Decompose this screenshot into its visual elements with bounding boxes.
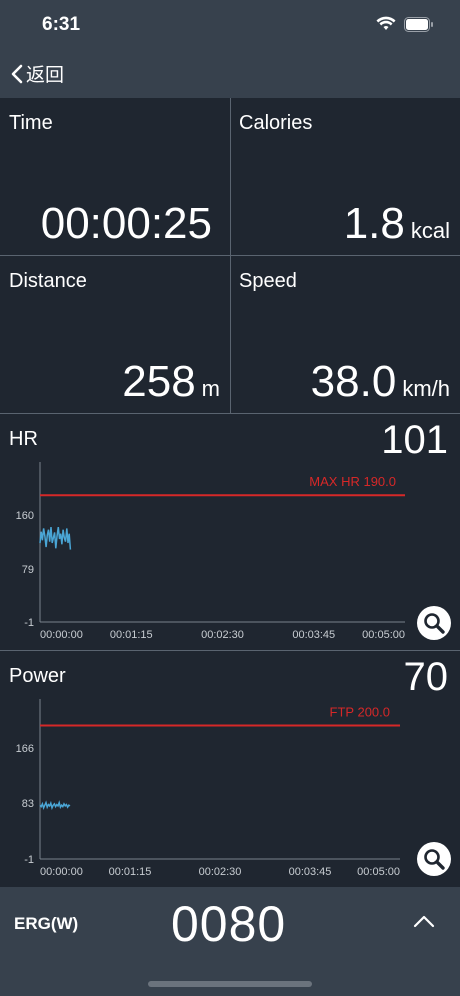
battery-icon [404, 16, 433, 32]
wifi-icon [376, 16, 396, 30]
time-tile: Time 00:00:25 [0, 98, 230, 255]
y-tick-label: -1 [24, 854, 34, 866]
power-panel: Power 70 166 83 -1 00:00:00 00:01:15 00:02:30… [0, 651, 460, 887]
distance-value: 258 m [122, 357, 220, 407]
x-tick-label: 00:02:30 [201, 629, 244, 641]
distance-unit: m [201, 376, 220, 401]
speed-label: Speed [239, 270, 297, 292]
x-tick-label: 00:02:30 [199, 866, 242, 878]
calories-unit: kcal [410, 218, 450, 243]
calories-value-number: 1.8 [343, 199, 405, 248]
back-button[interactable]: 返回 [10, 60, 64, 87]
distance-label: Distance [9, 270, 87, 292]
x-tick-label: 00:03:45 [289, 866, 332, 878]
series-line [39, 800, 71, 811]
hr-zoom-button[interactable] [417, 606, 451, 640]
status-time: 6:31 [42, 14, 81, 35]
speed-tile: Speed 38.0 km/h [231, 256, 460, 413]
chevron-up-icon [413, 915, 435, 928]
expand-button[interactable] [410, 909, 438, 933]
home-indicator [148, 981, 312, 987]
speed-value: 38.0 km/h [311, 357, 450, 407]
speed-value-number: 38.0 [310, 357, 397, 406]
distance-value-number: 258 [122, 357, 196, 406]
time-value: 00:00:25 [41, 199, 212, 249]
x-tick-label: 00:00:00 [40, 629, 83, 641]
back-label: 返回 [26, 65, 65, 86]
distance-tile: Distance 258 m [0, 256, 230, 413]
magnifier-icon [424, 613, 445, 634]
power-chart: 166 83 -1 00:00:00 00:01:15 00:02:30 00:03:45 0… [16, 699, 400, 878]
y-tick-label: 160 [16, 510, 34, 522]
x-tick-label: 00:03:45 [292, 629, 335, 641]
y-tick-label: 79 [22, 564, 34, 576]
x-tick-label: 00:05:00 [357, 866, 400, 878]
power-zoom-button[interactable] [417, 842, 451, 876]
calories-tile: Calories 1.8 kcal [231, 98, 460, 255]
x-tick-label: 00:01:15 [109, 866, 152, 878]
nav-bar: 返回 [0, 50, 460, 98]
magnifier-icon [424, 849, 445, 870]
status-bar: 6:31 [0, 0, 460, 50]
x-tick-label: 00:01:15 [110, 629, 153, 641]
hr-chart: 160 79 -1 00:00:00 00:01:15 00:02:30 00:03:45 0… [16, 462, 405, 641]
hr-panel: HR 101 160 79 -1 00:00:00 00:01:15 00:02:30 00… [0, 414, 460, 650]
series-line [39, 526, 72, 550]
x-tick-label: 00:00:00 [40, 866, 83, 878]
status-icons [376, 16, 434, 32]
y-tick-label: 83 [22, 798, 34, 810]
erg-bar: ERG(W) 0080 [0, 887, 460, 996]
time-value-number: 00:00:25 [40, 199, 212, 248]
chevron-left-icon [11, 64, 23, 83]
reference-line-label: FTP 200.0 [330, 705, 390, 720]
x-tick-label: 00:05:00 [362, 629, 405, 641]
y-tick-label: 166 [16, 743, 34, 755]
reference-line-label: MAX HR 190.0 [309, 474, 396, 489]
erg-mode-label: ERG(W) [14, 914, 79, 933]
y-tick-label: -1 [24, 617, 34, 629]
calories-label: Calories [239, 112, 313, 134]
calories-value: 1.8 kcal [344, 199, 450, 249]
speed-unit: km/h [402, 376, 450, 401]
erg-target-value[interactable]: 0080 [171, 895, 286, 953]
time-label: Time [9, 112, 53, 134]
